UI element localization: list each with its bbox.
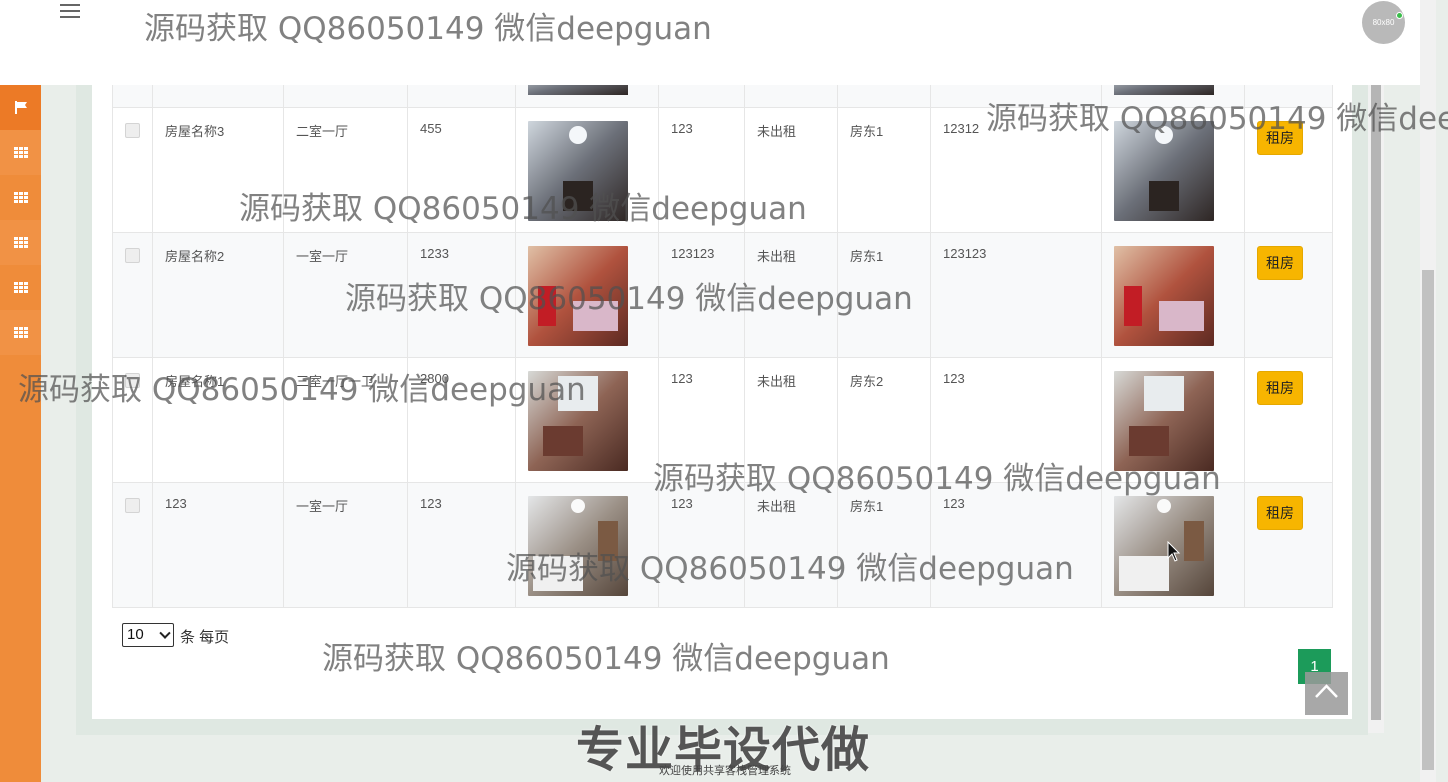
grid-icon: [13, 237, 28, 248]
sidebar-item-3[interactable]: [0, 220, 41, 265]
house-table: 房屋名称3 二室一厅 455 123 未出租 房东1 12312 租房 房屋名称…: [112, 70, 1333, 608]
house-price: 123: [658, 482, 745, 608]
row-checkbox[interactable]: [125, 373, 140, 388]
per-page-value: 10: [127, 626, 144, 643]
table-row: 房屋名称1 三室一厅一卫 2800 123 未出租 房东2 123 租房: [112, 357, 1333, 483]
scrollbar-thumb[interactable]: [1422, 270, 1434, 770]
landlord: 房东1: [837, 232, 931, 358]
sidebar-item-4[interactable]: [0, 265, 41, 310]
rent-button[interactable]: 租房: [1257, 371, 1303, 405]
house-price: 123123: [658, 232, 745, 358]
house-name: 123: [152, 482, 284, 608]
inner-scrollbar[interactable]: [1368, 85, 1384, 733]
house-photo-2: [1114, 496, 1214, 596]
house-name: 房屋名称3: [152, 107, 284, 233]
house-layout: 一室一厅: [283, 232, 408, 358]
rent-status: 未出租: [744, 232, 838, 358]
house-photo-2: [1114, 121, 1214, 221]
house-area: 455: [407, 107, 516, 233]
hamburger-icon[interactable]: [60, 0, 80, 20]
house-photo-2: [1114, 371, 1214, 471]
landlord: 房东1: [837, 107, 931, 233]
table-row: 房屋名称3 二室一厅 455 123 未出租 房东1 12312 租房: [112, 107, 1333, 233]
rent-button[interactable]: 租房: [1257, 246, 1303, 280]
rent-status: 未出租: [744, 482, 838, 608]
house-layout: 一室一厅: [283, 482, 408, 608]
house-photo-2: [1114, 246, 1214, 346]
per-page-label: 条 每页: [180, 629, 230, 646]
landlord: 房东2: [837, 357, 931, 483]
rent-button[interactable]: 租房: [1257, 121, 1303, 155]
house-photo: [528, 246, 628, 346]
sidebar-item-5[interactable]: [0, 310, 41, 355]
sidebar-item-home[interactable]: [0, 85, 41, 130]
online-status-dot: [1396, 12, 1403, 19]
footer-welcome: 欢迎使用共享客栈管理系统: [659, 765, 791, 777]
sidebar: [0, 85, 41, 782]
contact: 123: [930, 357, 1102, 483]
house-price: 123: [658, 357, 745, 483]
sidebar-item-1[interactable]: [0, 130, 41, 175]
house-price: 123: [658, 107, 745, 233]
chevron-down-icon: [159, 627, 171, 639]
contact: 123: [930, 482, 1102, 608]
avatar-text: 80x80: [1372, 18, 1395, 27]
landlord: 房东1: [837, 482, 931, 608]
house-photo: [528, 496, 628, 596]
row-checkbox[interactable]: [125, 498, 140, 513]
rent-status: 未出租: [744, 357, 838, 483]
house-area: 123: [407, 482, 516, 608]
contact: 12312: [930, 107, 1102, 233]
flag-icon: [14, 101, 27, 114]
rent-button[interactable]: 租房: [1257, 496, 1303, 530]
avatar[interactable]: 80x80: [1362, 1, 1405, 44]
grid-icon: [13, 327, 28, 338]
page-scrollbar[interactable]: [1420, 0, 1436, 782]
scrollbar-thumb[interactable]: [1371, 85, 1381, 720]
table-row: 123 一室一厅 123 123 未出租 房东1 123 租房: [112, 482, 1333, 608]
rent-status: 未出租: [744, 107, 838, 233]
sidebar-item-2[interactable]: [0, 175, 41, 220]
grid-icon: [13, 147, 28, 158]
house-layout: 三室一厅一卫: [283, 357, 408, 483]
row-checkbox[interactable]: [125, 248, 140, 263]
house-photo: [528, 371, 628, 471]
contact: 123123: [930, 232, 1102, 358]
house-layout: 二室一厅: [283, 107, 408, 233]
mouse-cursor-icon: [1167, 541, 1181, 562]
house-photo: [528, 121, 628, 221]
house-area: 2800: [407, 357, 516, 483]
top-header: 80x80: [0, 0, 1420, 85]
row-checkbox[interactable]: [125, 123, 140, 138]
grid-icon: [13, 192, 28, 203]
back-to-top-button[interactable]: [1305, 672, 1348, 715]
house-name: 房屋名称2: [152, 232, 284, 358]
table-row: 房屋名称2 一室一厅 1233 123123 未出租 房东1 123123 租房: [112, 232, 1333, 358]
per-page-select[interactable]: 10: [122, 623, 174, 647]
house-area: 1233: [407, 232, 516, 358]
chevron-up-icon: [1315, 684, 1338, 698]
grid-icon: [13, 282, 28, 293]
house-name: 房屋名称1: [152, 357, 284, 483]
